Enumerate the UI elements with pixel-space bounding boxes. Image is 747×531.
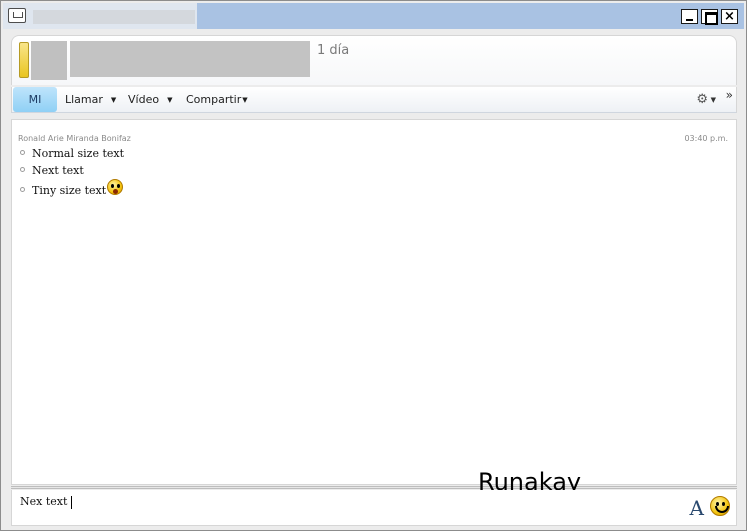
chevron-down-icon[interactable]: ▼ (167, 96, 172, 104)
contact-status-text: 1 día (317, 43, 350, 58)
call-button[interactable]: Llamar ▼ (65, 87, 116, 112)
bullet-icon (20, 166, 25, 172)
settings-icon[interactable]: ⚙ (696, 92, 708, 107)
chat-icon[interactable] (8, 8, 26, 23)
window-title-redacted (33, 10, 195, 24)
text-caret (71, 496, 72, 509)
contact-header: 1 día (11, 35, 737, 85)
video-button[interactable]: Vídeo ▼ (128, 87, 172, 112)
message-input-area: A (11, 490, 737, 526)
message-text: Tiny size text (32, 184, 107, 197)
maximize-button[interactable] (701, 9, 718, 25)
list-item: Next text (20, 164, 84, 177)
title-area (3, 3, 197, 29)
message-sender: Ronald Arie Miranda Bonifaz (18, 134, 131, 143)
message-time: 03:40 p.m. (684, 134, 728, 143)
bullet-icon (20, 186, 25, 192)
chevron-down-icon[interactable]: ▼ (111, 96, 116, 104)
smiley-icon[interactable] (710, 496, 730, 516)
conversation-history[interactable]: Ronald Arie Miranda Bonifaz 03:40 p.m. N… (11, 119, 737, 485)
contact-name-redacted (70, 41, 310, 77)
toolbar: MI Llamar ▼ Vídeo ▼ Compartir▼ ⚙ ▼ » (11, 87, 737, 113)
chevron-down-icon[interactable]: ▼ (711, 96, 716, 104)
chat-window: × 1 día MI Llamar ▼ Vídeo ▼ Compartir▼ ⚙ ▼… (0, 0, 747, 531)
close-button[interactable]: × (721, 9, 738, 24)
title-bar[interactable]: × (3, 3, 744, 29)
message-text: Next text (32, 164, 84, 177)
call-button-label: Llamar (65, 93, 103, 106)
presence-indicator (19, 42, 29, 78)
video-button-label: Vídeo (128, 93, 160, 106)
contact-avatar[interactable] (31, 41, 67, 80)
minimize-button[interactable] (681, 9, 698, 24)
list-item: Tiny size text (20, 179, 124, 197)
surprised-emoticon-icon (107, 179, 124, 195)
message-input[interactable] (20, 495, 620, 508)
tab-mi[interactable]: MI (13, 87, 57, 112)
share-button-label: Compartir (186, 93, 242, 106)
list-item: Normal size text (20, 147, 124, 160)
window-controls: × (681, 9, 738, 25)
share-button[interactable]: Compartir▼ (186, 87, 248, 112)
font-icon[interactable]: A (690, 496, 704, 520)
more-options-button[interactable]: » (726, 88, 733, 102)
bullet-icon (20, 149, 25, 155)
chevron-down-icon[interactable]: ▼ (242, 96, 247, 104)
input-divider[interactable] (11, 486, 737, 489)
message-text: Normal size text (32, 147, 125, 160)
